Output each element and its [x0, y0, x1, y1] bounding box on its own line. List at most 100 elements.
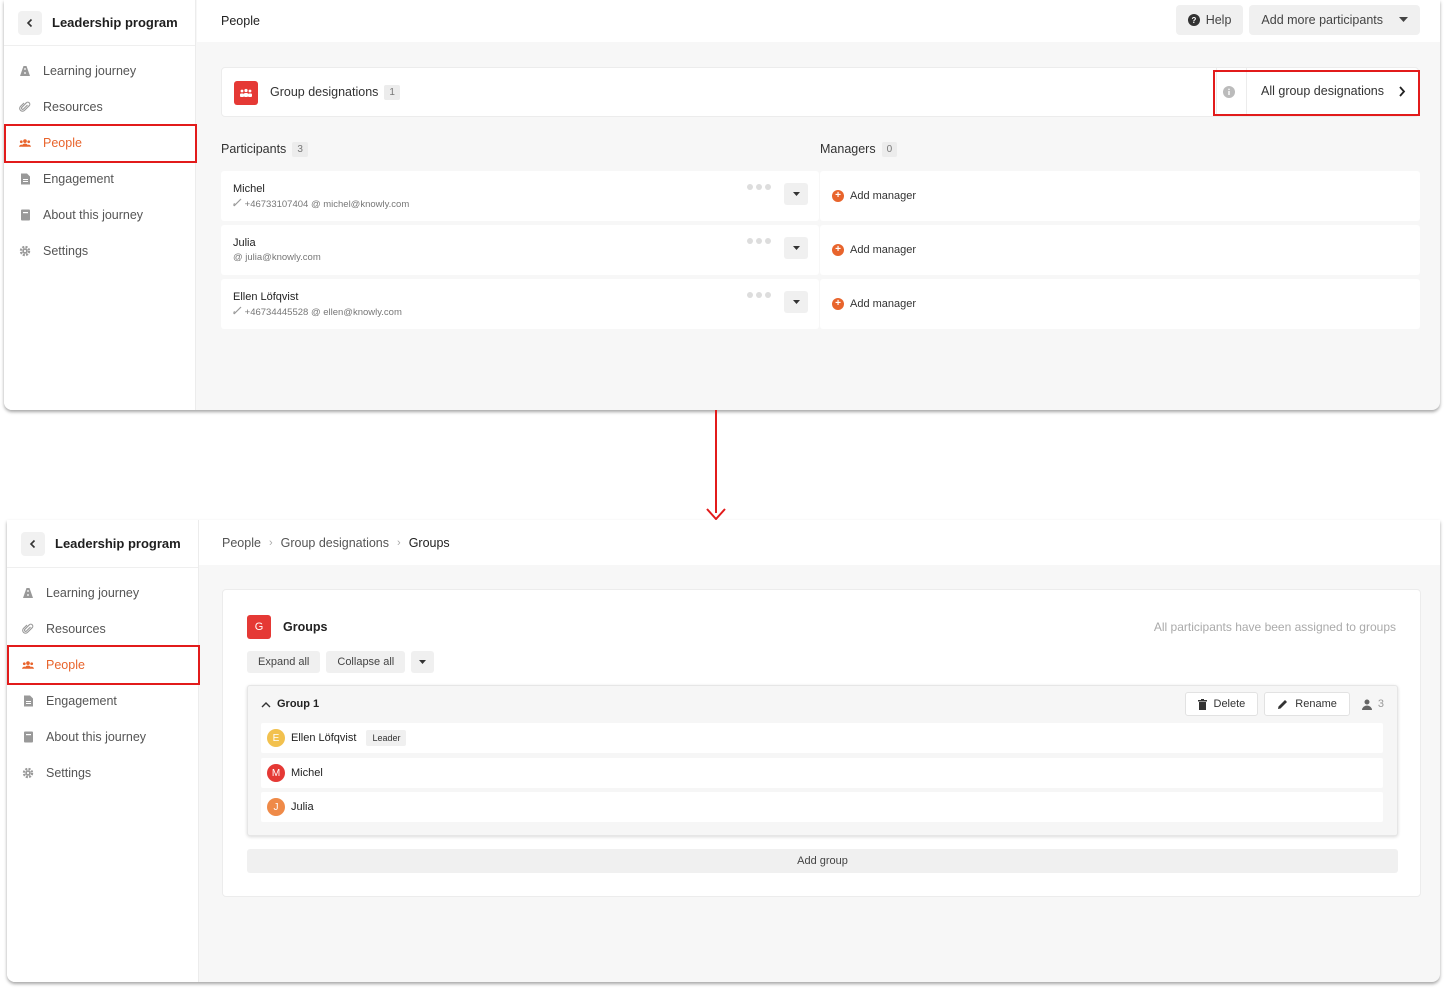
document-icon	[19, 173, 31, 185]
info-icon[interactable]	[1223, 86, 1235, 98]
chevron-up-icon	[261, 701, 271, 707]
drag-handle-icon[interactable]	[747, 238, 771, 244]
participant-name: Ellen Löfqvist	[233, 291, 299, 303]
sidebar-item-label: About this journey	[46, 730, 147, 744]
participant-row[interactable]: Ellen Löfqvist +46734445528 @ ellen@know…	[221, 279, 819, 329]
groups-card: G Groups All participants have been assi…	[222, 589, 1421, 897]
sidebar-item-label: People	[43, 136, 82, 150]
participant-name: Michel	[233, 183, 265, 195]
participant-menu-button[interactable]	[784, 237, 808, 259]
caret-down-icon	[792, 245, 800, 250]
sidebar-item-label: Learning journey	[43, 64, 137, 78]
sidebar: Leadership program Learning journey Reso…	[7, 520, 199, 982]
breadcrumb-people[interactable]: People	[222, 536, 261, 550]
road-icon	[19, 65, 31, 77]
participant-menu-button[interactable]	[784, 183, 808, 205]
drag-handle-icon[interactable]	[747, 292, 771, 298]
sidebar-item-people[interactable]: People	[7, 647, 198, 683]
rename-group-button[interactable]: Rename	[1264, 692, 1350, 716]
users-icon	[19, 137, 31, 149]
participant-contact: +46734445528 @ ellen@knowly.com	[233, 306, 402, 318]
top-actions: ? Help Add more participants	[1175, 5, 1420, 35]
leader-badge: Leader	[366, 730, 407, 746]
add-manager-label: Add manager	[850, 298, 917, 310]
sidebar-item-settings[interactable]: Settings	[4, 233, 195, 269]
back-button[interactable]	[18, 10, 42, 35]
road-icon	[22, 587, 34, 599]
participants-count: 3	[292, 142, 308, 158]
plus-circle-icon: +	[832, 244, 844, 256]
avatar: E	[267, 729, 285, 747]
user-icon	[1361, 699, 1372, 710]
paperclip-icon	[19, 101, 31, 113]
sidebar-item-resources[interactable]: Resources	[7, 611, 198, 647]
add-manager-button[interactable]: + Add manager	[820, 279, 1420, 329]
sidebar-item-engagement[interactable]: Engagement	[4, 161, 195, 197]
sidebar-item-resources[interactable]: Resources	[4, 89, 195, 125]
participant-row[interactable]: Julia @ julia@knowly.com	[221, 225, 819, 275]
group-designations-icon	[234, 81, 258, 105]
participant-contact: +46733107404 @ michel@knowly.com	[233, 198, 409, 210]
sidebar-item-label: Learning journey	[46, 586, 140, 600]
caret-down-icon	[419, 659, 427, 664]
add-manager-button[interactable]: + Add manager	[820, 171, 1420, 221]
participant-menu-button[interactable]	[784, 291, 808, 313]
caret-down-icon	[792, 299, 800, 304]
chevron-left-icon	[29, 539, 36, 548]
sidebar-item-label: Resources	[46, 622, 106, 636]
participant-name: Julia	[233, 237, 256, 249]
breadcrumb-group-designations[interactable]: Group designations	[281, 536, 389, 550]
group-member-row[interactable]: E Ellen Löfqvist Leader	[261, 723, 1383, 753]
trash-icon	[1197, 698, 1207, 710]
sidebar-item-about-this-journey[interactable]: About this journey	[7, 719, 198, 755]
add-participants-label: Add more participants	[1261, 13, 1383, 27]
back-button[interactable]	[21, 531, 45, 556]
breadcrumb: People › Group designations › Groups	[199, 520, 1440, 565]
all-group-designations-link[interactable]: All group designations	[1261, 84, 1406, 98]
sidebar-header: Leadership program	[7, 520, 198, 568]
sidebar-item-label: Engagement	[46, 694, 117, 708]
delete-label: Delete	[1213, 698, 1246, 710]
delete-group-button[interactable]: Delete	[1184, 692, 1259, 716]
add-participants-button[interactable]: Add more participants	[1249, 5, 1420, 35]
plus-circle-icon: +	[832, 190, 844, 202]
sidebar-item-learning-journey[interactable]: Learning journey	[7, 575, 198, 611]
chevron-right-icon	[1399, 85, 1406, 97]
screen-before: Leadership program Learning journey Reso…	[4, 0, 1440, 410]
sidebar-item-label: About this journey	[43, 208, 144, 222]
collapse-all-button[interactable]: Collapse all	[326, 651, 406, 673]
sidebar-item-people[interactable]: People	[4, 125, 195, 161]
top-bar: People ? Help Add more participants	[197, 0, 1440, 42]
sidebar-item-settings[interactable]: Settings	[7, 755, 198, 791]
screen-after: Leadership program Learning journey Reso…	[7, 520, 1440, 982]
group-panel: Group 1 Delete Rename 3 E Ellen Löfqvist…	[247, 685, 1398, 836]
sidebar-item-label: Engagement	[43, 172, 114, 186]
group-toggle[interactable]: Group 1	[261, 698, 319, 710]
book-icon	[19, 209, 31, 221]
add-group-button[interactable]: Add group	[247, 849, 1398, 873]
avatar: J	[267, 798, 285, 816]
participant-row[interactable]: Michel +46733107404 @ michel@knowly.com	[221, 171, 819, 221]
expand-all-button[interactable]: Expand all	[247, 651, 321, 673]
sidebar-item-engagement[interactable]: Engagement	[7, 683, 198, 719]
caret-down-icon	[1399, 17, 1408, 22]
book-icon	[22, 731, 34, 743]
drag-handle-icon[interactable]	[747, 184, 771, 190]
paperclip-icon	[22, 623, 34, 635]
add-manager-button[interactable]: + Add manager	[820, 225, 1420, 275]
rename-label: Rename	[1295, 698, 1337, 710]
pencil-icon	[1278, 699, 1288, 709]
participants-label: Participants	[221, 142, 287, 156]
sidebar-item-learning-journey[interactable]: Learning journey	[4, 53, 195, 89]
add-manager-label: Add manager	[850, 244, 917, 256]
sidebar: Leadership program Learning journey Reso…	[4, 0, 196, 410]
more-options-button[interactable]	[411, 651, 435, 673]
group-member-row[interactable]: M Michel	[261, 758, 1383, 788]
member-count: 3	[1361, 698, 1384, 710]
group-designations-card: Group designations 1 All group designatio…	[221, 67, 1419, 117]
participant-meta: +46734445528 @ ellen@knowly.com	[244, 307, 402, 318]
help-button[interactable]: ? Help	[1175, 5, 1244, 35]
sidebar-item-about-this-journey[interactable]: About this journey	[4, 197, 195, 233]
group-member-row[interactable]: J Julia	[261, 792, 1383, 822]
caret-down-icon	[792, 191, 800, 196]
